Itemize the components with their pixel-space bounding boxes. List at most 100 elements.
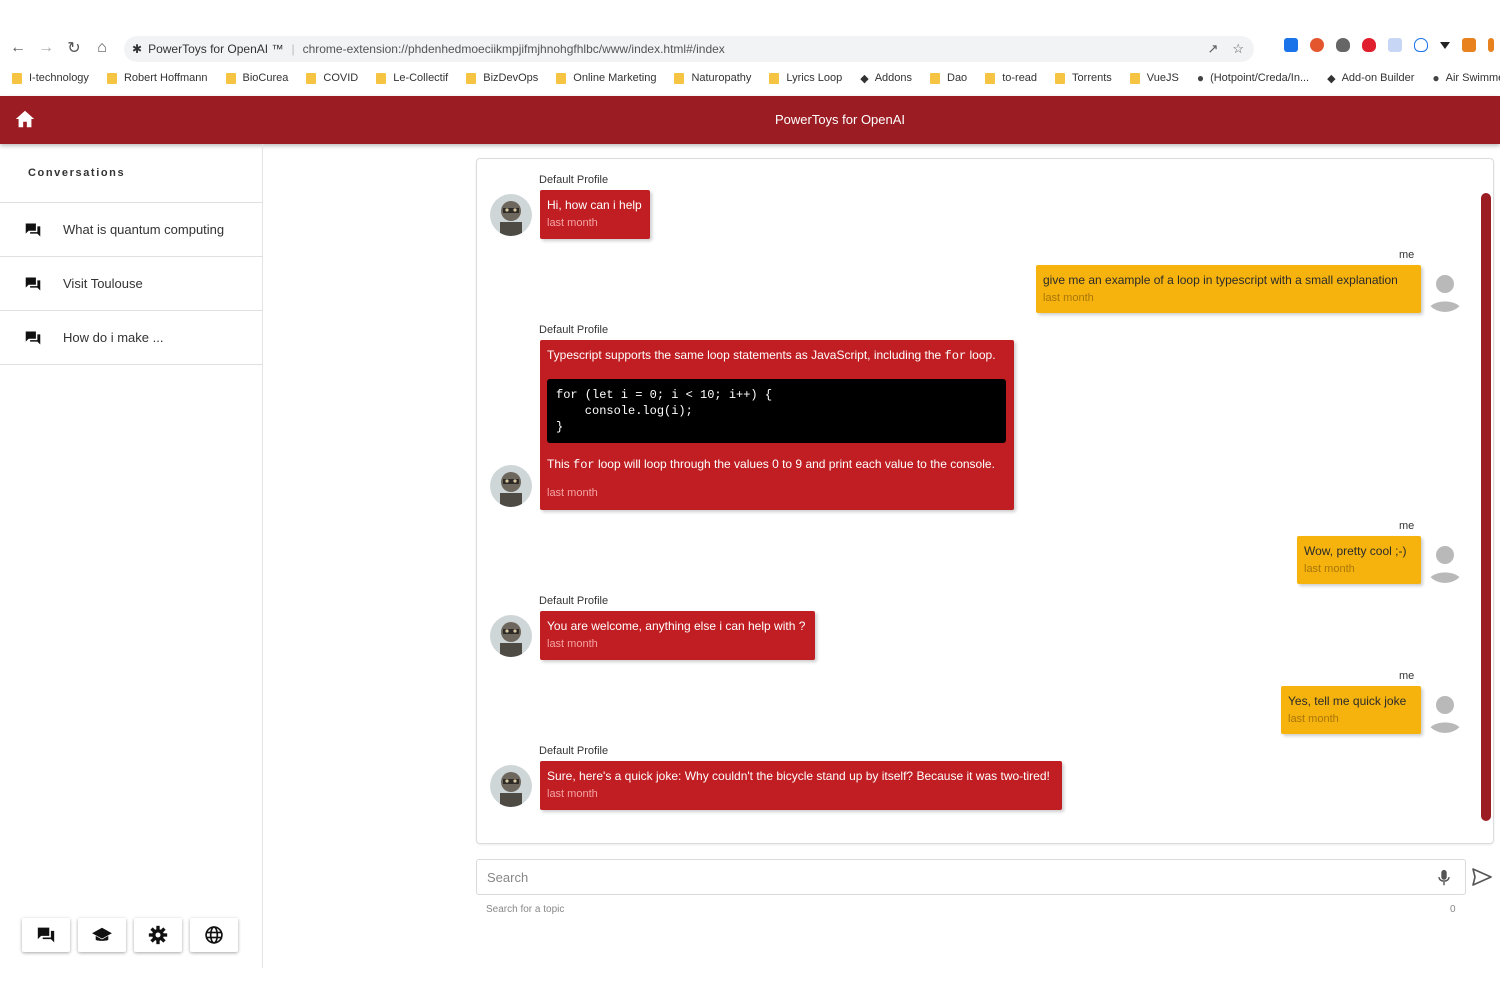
bookmark-item[interactable]: Torrents (1055, 72, 1112, 84)
bookmark-label: VueJS (1146, 72, 1179, 84)
extension-tray (1284, 38, 1494, 52)
message-input-wrapper (476, 859, 1466, 895)
conversations-heading: Conversations (0, 144, 262, 203)
message-time: last month (1043, 292, 1094, 304)
folder-icon (12, 72, 22, 84)
bookmark-label: to-read (1002, 72, 1038, 84)
conversations-sidebar: Conversations What is quantum computing … (0, 144, 263, 968)
microphone-icon[interactable] (1437, 869, 1451, 887)
folder-icon (930, 72, 940, 84)
conversation-item[interactable]: What is quantum computing (0, 203, 262, 257)
bookmark-item[interactable]: BizDevOps (466, 72, 538, 84)
bot-message-bubble: Typescript supports the same loop statem… (540, 340, 1014, 510)
address-bar[interactable]: ✱ PowerToys for OpenAI ™ | chrome-extens… (124, 36, 1254, 62)
message-time: last month (1304, 563, 1355, 575)
message-sender: Default Profile (539, 174, 609, 186)
conversation-item[interactable]: Visit Toulouse (0, 257, 262, 311)
bookmarks-bar: I-technology Robert Hoffmann BioCurea COVID… (0, 68, 1500, 88)
conversations-button[interactable] (22, 918, 70, 952)
bookmark-item[interactable]: ● Air Swimmers (1432, 71, 1500, 85)
bookmark-item[interactable]: Le-Collectif (376, 72, 448, 84)
link-icon: ◆ (1327, 72, 1336, 85)
extension-red-shield-icon[interactable] (1362, 38, 1376, 52)
globe-icon: ● (1432, 71, 1440, 85)
url-text: chrome-extension://phdenhedmoeciikmpjifm… (302, 42, 725, 56)
conversation-label: Visit Toulouse (63, 276, 143, 291)
message-sender: me (1399, 249, 1415, 261)
bot-avatar (490, 194, 532, 236)
bookmark-item[interactable]: Naturopathy (674, 72, 751, 84)
bookmark-label: Add-on Builder (1341, 72, 1415, 84)
bookmark-label: I-technology (29, 72, 89, 84)
reload-icon[interactable]: ↻ (60, 34, 88, 62)
bookmark-item[interactable]: I-technology (12, 72, 89, 84)
bookmark-item[interactable]: Dao (930, 72, 967, 84)
bookmark-label: Le-Collectif (393, 72, 449, 84)
bookmark-item[interactable]: ● (Hotpoint/Creda/In... (1197, 71, 1309, 85)
search-input[interactable] (485, 869, 1419, 886)
bookmark-label: BioCurea (242, 72, 289, 84)
learning-button[interactable] (78, 918, 126, 952)
extension-shield-icon[interactable] (1336, 38, 1350, 52)
folder-icon (225, 72, 236, 84)
bookmark-item[interactable]: to-read (985, 72, 1037, 84)
extension-fox-partial-icon[interactable] (1488, 38, 1494, 52)
folder-icon (556, 72, 567, 84)
chat-scrollbar[interactable] (1481, 193, 1491, 821)
bookmark-item[interactable]: VueJS (1129, 72, 1179, 84)
forward-icon[interactable]: → (32, 34, 60, 62)
bot-avatar (490, 765, 532, 807)
app-header: PowerToys for OpenAI (0, 96, 1500, 144)
user-message-bubble: Wow, pretty cool ;-) last month (1297, 536, 1421, 584)
message-text: This for loop will loop through the valu… (547, 457, 995, 472)
back-icon[interactable]: ← (4, 34, 32, 62)
settings-button[interactable] (134, 918, 182, 952)
bookmark-label: Naturopathy (691, 72, 752, 84)
bot-avatar (490, 465, 532, 507)
conversation-label: What is quantum computing (63, 222, 225, 237)
link-icon: ◆ (860, 72, 869, 85)
inline-code: for (573, 458, 595, 472)
graduation-cap-icon (92, 927, 112, 941)
extension-red-circle-icon[interactable] (1310, 38, 1324, 52)
input-hint: Search for a topic (486, 904, 565, 915)
bookmark-item[interactable]: COVID (306, 72, 358, 84)
extension-fox-icon[interactable] (1462, 38, 1476, 52)
extension-edit-icon[interactable] (1284, 38, 1298, 52)
message-text: give me an example of a loop in typescri… (1043, 273, 1398, 287)
user-avatar (1424, 541, 1466, 583)
address-separator: | (291, 42, 295, 56)
extension-puzzle-icon[interactable] (1388, 38, 1402, 52)
bookmark-label: COVID (323, 72, 359, 84)
folder-icon (306, 72, 317, 84)
bookmark-label: Air Swimmers (1445, 72, 1500, 84)
extension-outline-shield-icon[interactable] (1414, 38, 1428, 52)
message-sender: me (1399, 520, 1415, 532)
bookmark-label: Robert Hoffmann (123, 72, 208, 84)
bookmark-label: Dao (947, 72, 968, 84)
bookmark-star-icon[interactable]: ☆ (1232, 41, 1244, 57)
bookmark-item[interactable]: Robert Hoffmann (106, 72, 208, 84)
bot-message-bubble: Sure, here's a quick joke: Why couldn't … (540, 761, 1062, 810)
share-icon[interactable]: ↗ (1207, 41, 1218, 57)
message-text: Typescript supports the same loop statem… (547, 348, 996, 363)
bookmark-item[interactable]: BioCurea (225, 72, 289, 84)
message-sender: Default Profile (539, 595, 609, 607)
inline-code: for (944, 349, 967, 363)
message-sender: me (1399, 670, 1415, 682)
language-button[interactable] (190, 918, 238, 952)
bookmark-label: BizDevOps (483, 72, 539, 84)
conversation-item[interactable]: How do i make ... (0, 311, 262, 365)
forum-icon (37, 927, 55, 943)
bookmark-item[interactable]: ◆ Addons (860, 72, 912, 85)
bookmark-item[interactable]: Online Marketing (556, 72, 656, 84)
message-text: You are welcome, anything else i can hel… (547, 619, 806, 633)
folder-icon (985, 72, 996, 84)
message-text: Wow, pretty cool ;-) (1304, 544, 1407, 558)
home-browser-icon[interactable]: ⌂ (88, 34, 116, 62)
extension-dropdown-icon[interactable] (1440, 41, 1450, 49)
message-sender: Default Profile (539, 745, 609, 757)
send-icon[interactable] (1472, 868, 1492, 886)
bookmark-item[interactable]: Lyrics Loop (769, 72, 842, 84)
bookmark-item[interactable]: ◆ Add-on Builder (1327, 72, 1414, 85)
